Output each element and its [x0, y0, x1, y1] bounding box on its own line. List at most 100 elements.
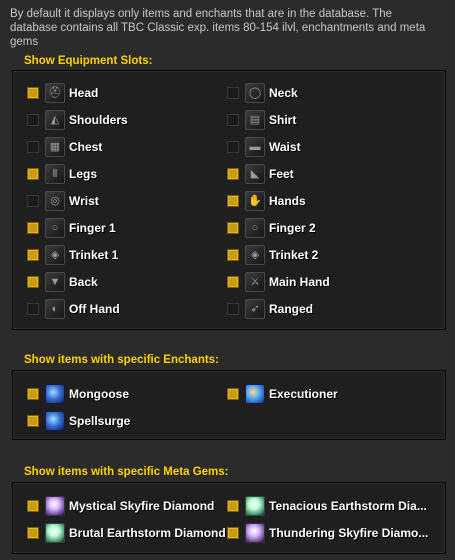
slot-trinket-2[interactable]: ◈ Trinket 2: [227, 244, 318, 266]
slot-waist[interactable]: ▬ Waist: [227, 136, 301, 158]
slot-chest[interactable]: ▦ Chest: [27, 136, 102, 158]
slot-label: Neck: [269, 86, 298, 100]
slot-legs[interactable]: Ⅱ Legs: [27, 163, 97, 185]
mongoose-enchant-icon: [45, 384, 65, 404]
enchant-label: Spellsurge: [69, 414, 131, 428]
shirt-icon: ▤: [245, 110, 265, 130]
meta-gem-brutal-earthstorm-diamond[interactable]: Brutal Earthstorm Diamond: [27, 522, 226, 544]
enchant-executioner[interactable]: Executioner: [227, 383, 338, 405]
enchant-mongoose[interactable]: Mongoose: [27, 383, 129, 405]
helm-icon: ⛑: [45, 83, 65, 103]
offhand-icon: ◐: [45, 299, 65, 319]
spellsurge-enchant-icon: [45, 411, 65, 431]
slot-label: Legs: [69, 167, 98, 181]
slot-wrist[interactable]: ◎ Wrist: [27, 190, 99, 212]
enchant-label: Mongoose: [69, 387, 129, 401]
equipment-slots-panel: ⛑ Head ◭ Shoulders ▦ Chest Ⅱ Legs ◎ Wrist ○ Finger …: [12, 70, 446, 330]
slot-trinket-1[interactable]: ◈ Trinket 1: [27, 244, 118, 266]
meta-gem-checkbox[interactable]: [27, 527, 39, 539]
slot-label: Waist: [269, 140, 301, 154]
slot-checkbox[interactable]: [27, 87, 39, 99]
meta-gem-thundering-skyfire-diamo[interactable]: Thundering Skyfire Diamo...: [227, 522, 428, 544]
enchant-spellsurge[interactable]: Spellsurge: [27, 410, 130, 432]
slot-label: Chest: [69, 140, 103, 154]
meta-gem-tenacious-earthstorm-dia[interactable]: Tenacious Earthstorm Dia...: [227, 495, 427, 517]
enchant-checkbox[interactable]: [27, 415, 39, 427]
slot-finger-2[interactable]: ○ Finger 2: [227, 217, 316, 239]
meta-gem-checkbox[interactable]: [227, 527, 239, 539]
slot-checkbox[interactable]: [27, 114, 39, 126]
skyfire-diamond-icon: [245, 523, 265, 543]
slot-checkbox[interactable]: [227, 249, 239, 261]
slot-label: Wrist: [69, 194, 99, 208]
equipment-slots-title: Show Equipment Slots:: [24, 55, 153, 67]
enchant-label: Executioner: [269, 387, 338, 401]
executioner-enchant-icon: [245, 384, 265, 404]
slot-ranged[interactable]: ➶ Ranged: [227, 298, 313, 320]
waist-icon: ▬: [245, 137, 265, 157]
meta-gem-label: Tenacious Earthstorm Dia...: [269, 499, 427, 513]
slot-checkbox[interactable]: [27, 276, 39, 288]
slot-label: Trinket 1: [69, 248, 119, 262]
slot-label: Hands: [269, 194, 306, 208]
slot-checkbox[interactable]: [227, 141, 239, 153]
slot-checkbox[interactable]: [27, 222, 39, 234]
slot-label: Finger 2: [269, 221, 316, 235]
meta-gem-label: Brutal Earthstorm Diamond: [69, 526, 226, 540]
slot-label: Shoulders: [69, 113, 128, 127]
enchants-panel: Mongoose Executioner Spellsurge: [12, 370, 446, 440]
meta-gem-mystical-skyfire-diamond[interactable]: Mystical Skyfire Diamond: [27, 495, 214, 517]
intro-text: By default it displays only items and en…: [10, 8, 426, 48]
mainhand-icon: ⚔: [245, 272, 265, 292]
enchant-checkbox[interactable]: [227, 388, 239, 400]
slot-checkbox[interactable]: [27, 168, 39, 180]
chest-icon: ▦: [45, 137, 65, 157]
legs-icon: Ⅱ: [45, 164, 65, 184]
meta-gem-checkbox[interactable]: [27, 500, 39, 512]
shoulder-icon: ◭: [45, 110, 65, 130]
slot-label: Back: [69, 275, 98, 289]
slot-feet[interactable]: ◣ Feet: [227, 163, 294, 185]
slot-label: Main Hand: [269, 275, 330, 289]
trinket-icon: ◈: [45, 245, 65, 265]
slot-label: Ranged: [269, 302, 314, 316]
slot-neck[interactable]: ◯ Neck: [227, 82, 298, 104]
slot-label: Feet: [269, 167, 294, 181]
slot-checkbox[interactable]: [227, 87, 239, 99]
slot-label: Shirt: [269, 113, 297, 127]
slot-label: Trinket 2: [269, 248, 319, 262]
slot-checkbox[interactable]: [227, 276, 239, 288]
slot-label: Off Hand: [69, 302, 120, 316]
slot-back[interactable]: ▼ Back: [27, 271, 98, 293]
slot-finger-1[interactable]: ○ Finger 1: [27, 217, 116, 239]
meta-gem-label: Mystical Skyfire Diamond: [69, 499, 215, 513]
slot-checkbox[interactable]: [27, 303, 39, 315]
skyfire-diamond-icon: [45, 496, 65, 516]
trinket-icon: ◈: [245, 245, 265, 265]
slot-head[interactable]: ⛑ Head: [27, 82, 98, 104]
meta-gem-checkbox[interactable]: [227, 500, 239, 512]
meta-gems-panel: Mystical Skyfire Diamond Tenacious Earths…: [12, 482, 446, 554]
slot-checkbox[interactable]: [27, 249, 39, 261]
slot-shirt[interactable]: ▤ Shirt: [227, 109, 296, 131]
slot-label: Head: [69, 86, 99, 100]
slot-checkbox[interactable]: [227, 195, 239, 207]
wrist-icon: ◎: [45, 191, 65, 211]
enchant-checkbox[interactable]: [27, 388, 39, 400]
slot-checkbox[interactable]: [227, 168, 239, 180]
slot-main-hand[interactable]: ⚔ Main Hand: [227, 271, 330, 293]
slot-checkbox[interactable]: [227, 114, 239, 126]
slot-hands[interactable]: ✋ Hands: [227, 190, 306, 212]
earthstorm-diamond-icon: [45, 523, 65, 543]
slot-checkbox[interactable]: [27, 141, 39, 153]
ring-icon: ○: [45, 218, 65, 238]
hands-icon: ✋: [245, 191, 265, 211]
slot-checkbox[interactable]: [27, 195, 39, 207]
slot-checkbox[interactable]: [227, 222, 239, 234]
slot-shoulders[interactable]: ◭ Shoulders: [27, 109, 128, 131]
earthstorm-diamond-icon: [245, 496, 265, 516]
slot-checkbox[interactable]: [227, 303, 239, 315]
slot-off-hand[interactable]: ◐ Off Hand: [27, 298, 120, 320]
meta-gems-title: Show items with specific Meta Gems:: [24, 466, 229, 478]
neck-icon: ◯: [245, 83, 265, 103]
